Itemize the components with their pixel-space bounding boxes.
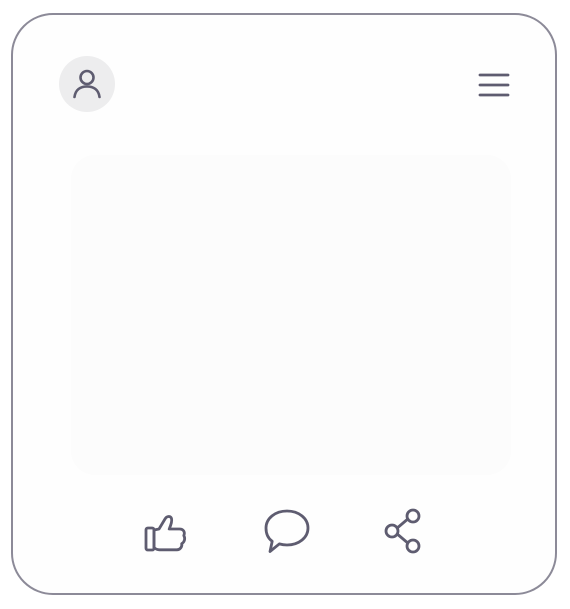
post-card xyxy=(11,13,557,595)
share-icon xyxy=(380,506,428,556)
post-content-area xyxy=(71,155,511,475)
menu-button[interactable] xyxy=(475,68,513,102)
like-button[interactable] xyxy=(135,501,195,561)
post-actions xyxy=(13,501,555,561)
thumbs-up-icon xyxy=(141,507,189,555)
comment-button[interactable] xyxy=(257,501,317,561)
speech-bubble-icon xyxy=(261,506,313,556)
share-button[interactable] xyxy=(374,501,434,561)
avatar-button[interactable] xyxy=(59,56,115,112)
hamburger-menu-icon xyxy=(477,71,511,99)
user-icon xyxy=(69,66,105,102)
